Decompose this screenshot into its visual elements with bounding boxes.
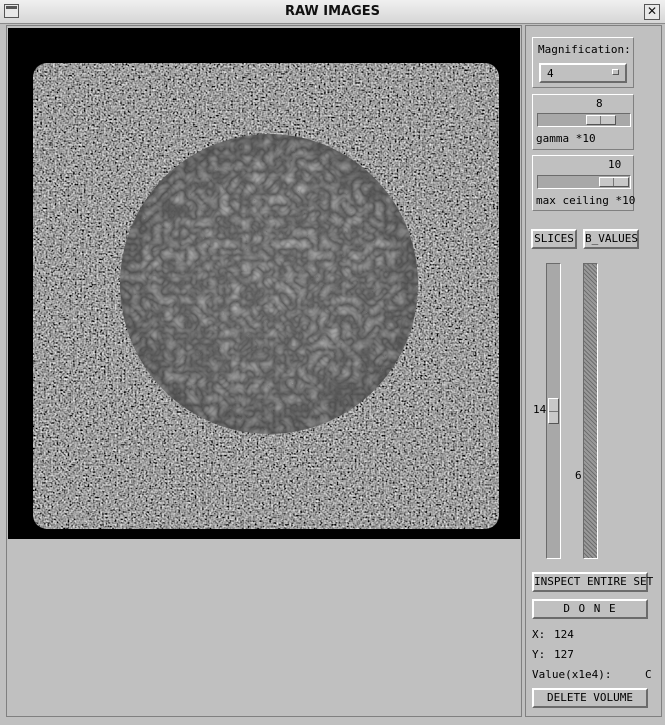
gamma-slider-thumb[interactable] bbox=[586, 115, 616, 125]
gamma-value: 8 bbox=[596, 97, 603, 110]
bvalue-slider-value: 6 bbox=[575, 469, 582, 482]
max-ceiling-slider-thumb[interactable] bbox=[599, 177, 629, 187]
slice-slider-value: 14 bbox=[533, 403, 547, 416]
delete-volume-button[interactable]: DELETE VOLUME bbox=[532, 688, 648, 708]
mri-slice-image bbox=[8, 28, 520, 539]
done-button[interactable]: D O N E bbox=[532, 599, 648, 619]
gamma-label: gamma *10 bbox=[536, 132, 596, 145]
max-ceiling-value: 10 bbox=[608, 158, 622, 171]
gamma-group: 8 gamma *10 bbox=[532, 94, 634, 150]
max-ceiling-slider[interactable] bbox=[537, 175, 631, 189]
magnification-label: Magnification: bbox=[538, 43, 631, 56]
max-ceiling-group: 10 max ceiling *10 bbox=[532, 155, 636, 211]
magnification-select[interactable]: 4 bbox=[539, 63, 627, 83]
inspect-entire-set-button[interactable]: INSPECT ENTIRE SET bbox=[532, 572, 653, 592]
y-label: Y: bbox=[532, 648, 546, 661]
slices-button[interactable]: SLICES bbox=[531, 229, 577, 249]
window-title: RAW IMAGES bbox=[284, 4, 381, 19]
bvalue-slider[interactable] bbox=[583, 263, 598, 559]
magnification-value: 4 bbox=[547, 67, 554, 80]
slice-slider-thumb[interactable] bbox=[548, 398, 559, 424]
magnification-group: Magnification: 4 bbox=[532, 37, 634, 88]
value-readout: C bbox=[645, 668, 652, 681]
dropdown-arrow-icon bbox=[612, 69, 619, 75]
close-icon[interactable]: ✕ bbox=[644, 4, 660, 20]
b-values-button[interactable]: B_VALUES bbox=[583, 229, 639, 249]
x-label: X: bbox=[532, 628, 546, 641]
x-value: 124 bbox=[554, 628, 574, 641]
y-value: 127 bbox=[554, 648, 574, 661]
value-label: Value(x1e4): bbox=[532, 668, 612, 681]
raw-images-window: RAW IMAGES ✕ Magnification: 4 8 gamma *1… bbox=[0, 0, 665, 725]
title-bar: RAW IMAGES ✕ bbox=[0, 0, 665, 24]
gamma-slider[interactable] bbox=[537, 113, 631, 127]
max-ceiling-label: max ceiling *10 bbox=[536, 194, 636, 207]
slice-slider[interactable] bbox=[546, 263, 561, 559]
raw-image-view[interactable] bbox=[8, 28, 520, 539]
